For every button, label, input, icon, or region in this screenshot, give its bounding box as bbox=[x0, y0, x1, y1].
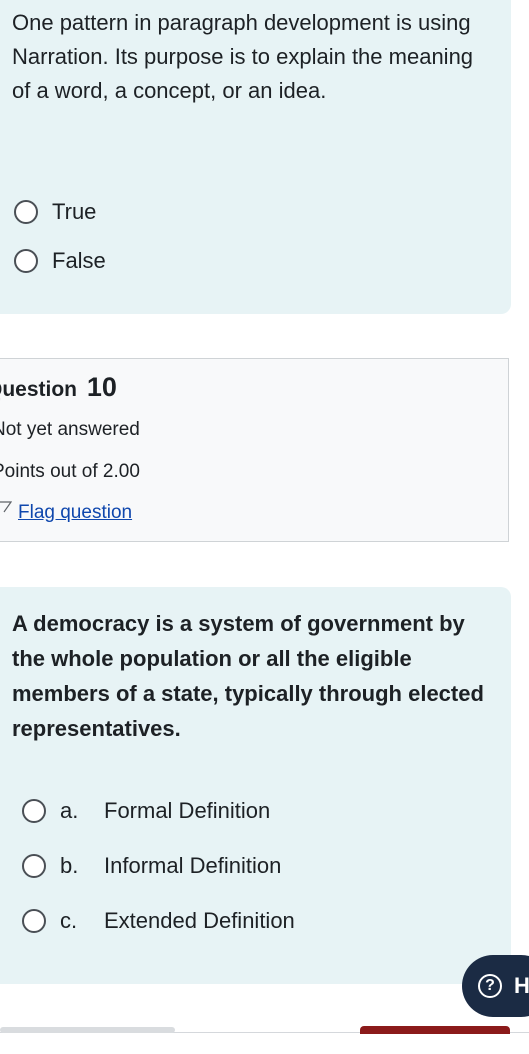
question-number: 10 bbox=[86, 372, 117, 402]
option-label: Extended Definition bbox=[104, 908, 295, 933]
radio-button[interactable] bbox=[14, 200, 38, 224]
answer-option-b[interactable]: b. Informal Definition bbox=[22, 853, 281, 879]
question-number-heading: Question 10 bbox=[0, 372, 117, 403]
option-letter: b. bbox=[60, 853, 79, 878]
option-letter: a. bbox=[60, 798, 79, 823]
radio-button[interactable] bbox=[22, 854, 46, 878]
bottom-nav-bar-right[interactable] bbox=[360, 1026, 510, 1034]
option-label: False bbox=[52, 248, 106, 273]
option-label: Formal Definition bbox=[104, 798, 271, 823]
flag-icon[interactable] bbox=[0, 500, 13, 514]
help-button[interactable]: ? H bbox=[462, 955, 529, 1017]
option-letter: c. bbox=[60, 908, 78, 933]
option-label: True bbox=[52, 199, 97, 224]
radio-button[interactable] bbox=[22, 799, 46, 823]
question-points: Points out of 2.00 bbox=[0, 461, 140, 482]
help-label: H bbox=[514, 973, 529, 998]
radio-button[interactable] bbox=[22, 909, 46, 933]
question-title-prefix: Question bbox=[0, 378, 78, 401]
bottom-nav-bar-left bbox=[0, 1027, 175, 1033]
question-circle-icon: ? bbox=[478, 974, 502, 998]
previous-question-text: One pattern in paragraph development is … bbox=[12, 10, 474, 103]
quiz-page: One pattern in paragraph development is … bbox=[0, 0, 529, 1054]
option-label: Informal Definition bbox=[104, 853, 282, 878]
answer-option-true[interactable]: True bbox=[14, 199, 96, 225]
answer-option-false[interactable]: False bbox=[14, 248, 106, 274]
answer-option-c[interactable]: c. Extended Definition bbox=[22, 908, 295, 934]
question-text: A democracy is a system of government by… bbox=[12, 611, 484, 741]
answer-option-a[interactable]: a. Formal Definition bbox=[22, 798, 270, 824]
question-status: Not yet answered bbox=[0, 419, 140, 440]
radio-button[interactable] bbox=[14, 249, 38, 273]
flag-question-link[interactable]: Flag question bbox=[18, 502, 132, 524]
